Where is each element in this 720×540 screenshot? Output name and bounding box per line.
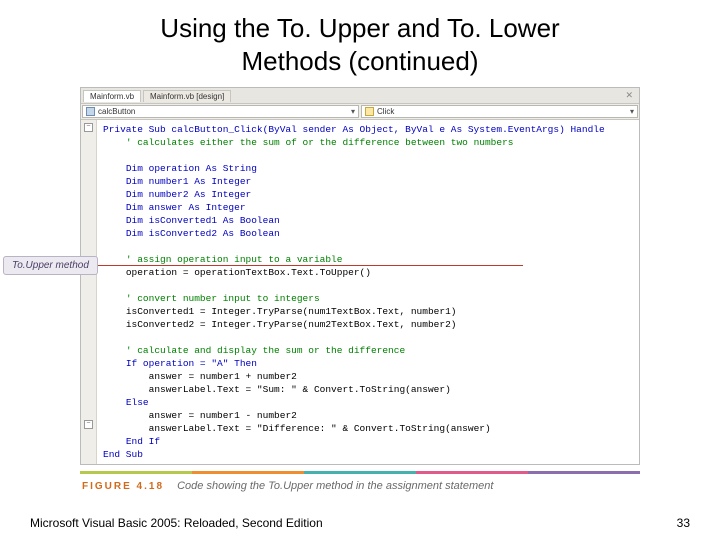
figure-number: FIGURE 4.18 [82,481,164,492]
object-dropdown-value: calcButton [98,107,135,116]
tab-mainform-design[interactable]: Mainform.vb [design] [143,90,231,102]
figure-caption-block: FIGURE 4.18 Code showing the To.Upper me… [80,471,640,492]
event-dropdown-value: Click [377,107,394,116]
title-line-2: Methods (continued) [241,46,478,76]
code-navigator-bar: calcButton ▾ Click ▾ [81,104,639,120]
outline-collapse-icon[interactable]: − [84,123,93,132]
slide-footer: Microsoft Visual Basic 2005: Reloaded, S… [30,516,690,530]
chevron-down-icon: ▾ [630,107,634,116]
slide-title: Using the To. Upper and To. Lower Method… [0,0,720,81]
outline-collapse-icon[interactable]: − [84,420,93,429]
code-editor[interactable]: − − Private Sub calcButton_Click(ByVal s… [81,120,639,464]
event-icon [365,107,374,116]
figure-description: Code showing the To.Upper method in the … [177,480,493,492]
slide-number: 33 [677,516,690,530]
object-icon [86,107,95,116]
footer-source: Microsoft Visual Basic 2005: Reloaded, S… [30,516,323,530]
close-icon[interactable]: ✕ [621,90,637,101]
event-dropdown[interactable]: Click ▾ [361,105,638,118]
code-text: Private Sub calcButton_Click(ByVal sende… [97,120,611,464]
decorative-stripe [80,471,640,474]
title-line-1: Using the To. Upper and To. Lower [160,13,559,43]
chevron-down-icon: ▾ [351,107,355,116]
object-dropdown[interactable]: calcButton ▾ [82,105,359,118]
code-gutter: − − [81,120,97,464]
ide-window: Mainform.vb Mainform.vb [design] ✕ calcB… [80,87,640,465]
document-tabstrip: Mainform.vb Mainform.vb [design] ✕ [81,88,639,104]
tab-mainform-code[interactable]: Mainform.vb [83,90,141,102]
